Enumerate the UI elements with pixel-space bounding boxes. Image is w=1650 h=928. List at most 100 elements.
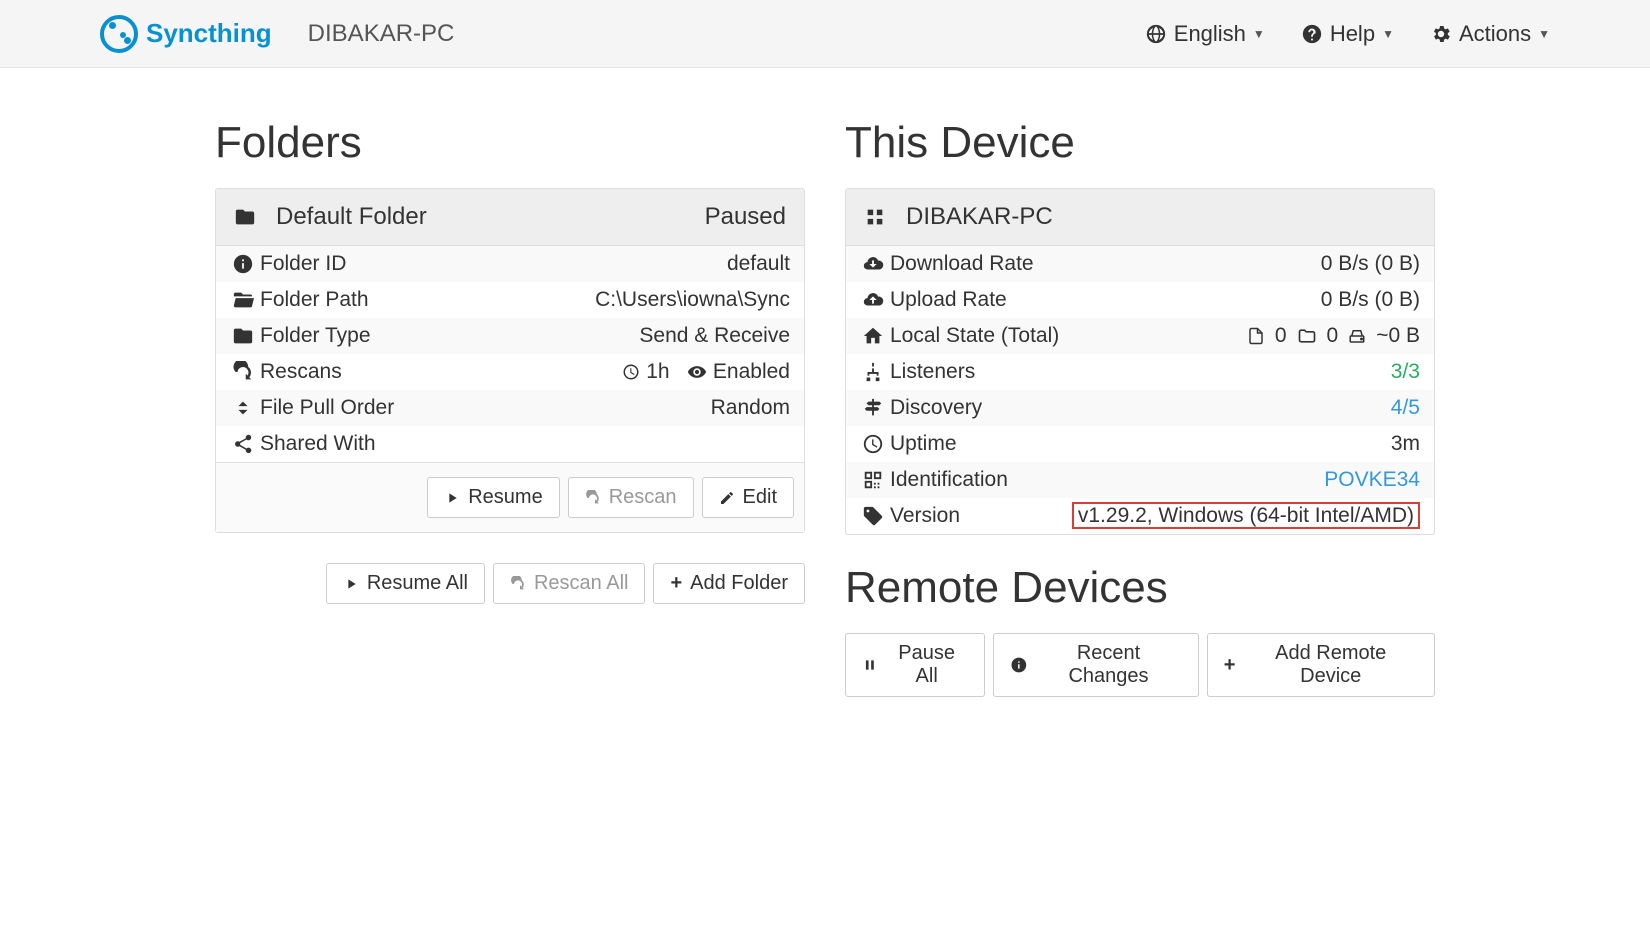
device-icon [864,206,886,228]
upload-rate-value: 0 B/s (0 B) [1321,288,1420,312]
folder-heading[interactable]: Default Folder Paused [216,189,804,246]
clock-icon [860,433,886,455]
clock-icon [622,363,640,381]
info-circle-icon [230,253,256,275]
uptime-value: 3m [1391,432,1420,456]
actions-label: Actions [1459,21,1531,47]
navbar: Syncthing DIBAKAR-PC English ▼ Help ▼ Ac… [0,0,1650,68]
local-state-label: Local State (Total) [890,324,1059,348]
shared-with-label: Shared With [260,432,376,456]
actions-dropdown[interactable]: Actions ▼ [1430,21,1550,47]
share-icon [230,433,256,455]
version-value: v1.29.2, Windows (64-bit Intel/AMD) [1072,504,1420,528]
row-folder-path: Folder Path C:\Users\iowna\Sync [216,282,804,318]
help-dropdown[interactable]: Help ▼ [1301,21,1394,47]
language-label: English [1174,21,1246,47]
pull-order-value: Random [711,396,790,420]
identification-value[interactable]: POVKE34 [1324,468,1420,492]
rescan-button[interactable]: Rescan [568,477,694,518]
resume-all-button[interactable]: Resume All [326,563,485,604]
row-folder-type: Folder Type Send & Receive [216,318,804,354]
remote-devices-title: Remote Devices [845,563,1435,613]
folder-open-icon [230,289,256,311]
caret-down-icon: ▼ [1253,27,1265,41]
pencil-icon [719,490,735,506]
pause-all-button[interactable]: Pause All [845,633,985,697]
qrcode-icon [860,469,886,491]
row-local-state: Local State (Total) 0 0 ~0 B [846,318,1434,354]
gear-icon [1430,23,1452,45]
sort-icon [230,397,256,419]
add-remote-device-button[interactable]: + Add Remote Device [1207,633,1435,697]
row-shared-with: Shared With [216,426,804,462]
listeners-value[interactable]: 3/3 [1391,360,1420,384]
recent-changes-button[interactable]: Recent Changes [993,633,1199,697]
navbar-device-name: DIBAKAR-PC [308,20,455,48]
row-listeners: Listeners 3/3 [846,354,1434,390]
folder-outline-icon [1297,326,1317,346]
upload-rate-label: Upload Rate [890,288,1007,312]
row-rescans: Rescans 1h Enabled [216,354,804,390]
listeners-label: Listeners [890,360,975,384]
caret-down-icon: ▼ [1382,27,1394,41]
folder-path-value: C:\Users\iowna\Sync [595,288,790,312]
tag-icon [860,505,886,527]
folder-type-label: Folder Type [260,324,371,348]
plus-icon: + [1224,654,1236,677]
play-icon [343,576,359,592]
device-name: DIBAKAR-PC [906,203,1053,231]
download-rate-label: Download Rate [890,252,1034,276]
pause-icon [862,657,878,673]
folder-icon [230,325,256,347]
identification-label: Identification [890,468,1008,492]
refresh-icon [230,361,256,383]
refresh-icon [510,576,526,592]
device-panel: DIBAKAR-PC Download Rate 0 B/s (0 B) Upl… [845,188,1435,535]
rescans-label: Rescans [260,360,342,384]
pull-order-label: File Pull Order [260,396,394,420]
row-upload-rate: Upload Rate 0 B/s (0 B) [846,282,1434,318]
edit-button[interactable]: Edit [702,477,794,518]
row-download-rate: Download Rate 0 B/s (0 B) [846,246,1434,282]
folder-icon [234,206,256,228]
add-folder-button[interactable]: + Add Folder [653,563,805,604]
resume-button[interactable]: Resume [427,477,559,518]
row-discovery: Discovery 4/5 [846,390,1434,426]
folder-panel: Default Folder Paused Folder ID default … [215,188,805,533]
sitemap-icon [860,361,886,383]
folder-path-label: Folder Path [260,288,369,312]
globe-icon [1145,23,1167,45]
help-label: Help [1330,21,1375,47]
home-icon [860,325,886,347]
question-circle-icon [1301,23,1323,45]
syncthing-logo-icon [100,15,138,53]
cloud-upload-icon [860,289,886,311]
rescan-all-button[interactable]: Rescan All [493,563,646,604]
row-pull-order: File Pull Order Random [216,390,804,426]
signpost-icon [860,397,886,419]
folder-status: Paused [705,203,786,231]
folder-id-value: default [727,252,790,276]
language-dropdown[interactable]: English ▼ [1145,21,1265,47]
info-circle-icon [1010,656,1028,674]
refresh-icon [585,490,601,506]
local-state-value: 0 0 ~0 B [1247,324,1420,348]
device-heading[interactable]: DIBAKAR-PC [846,189,1434,246]
uptime-label: Uptime [890,432,957,456]
discovery-label: Discovery [890,396,982,420]
folder-id-label: Folder ID [260,252,346,276]
eye-icon [687,362,707,382]
brand[interactable]: Syncthing [100,15,272,53]
play-icon [444,490,460,506]
row-folder-id: Folder ID default [216,246,804,282]
this-device-title: This Device [845,118,1435,168]
folder-type-value: Send & Receive [639,324,790,348]
cloud-download-icon [860,253,886,275]
file-icon [1247,327,1265,345]
rescans-value: 1h Enabled [622,360,790,384]
row-version: Version v1.29.2, Windows (64-bit Intel/A… [846,498,1434,534]
version-label: Version [890,504,960,528]
discovery-value[interactable]: 4/5 [1391,396,1420,420]
disk-icon [1348,327,1366,345]
row-identification: Identification POVKE34 [846,462,1434,498]
